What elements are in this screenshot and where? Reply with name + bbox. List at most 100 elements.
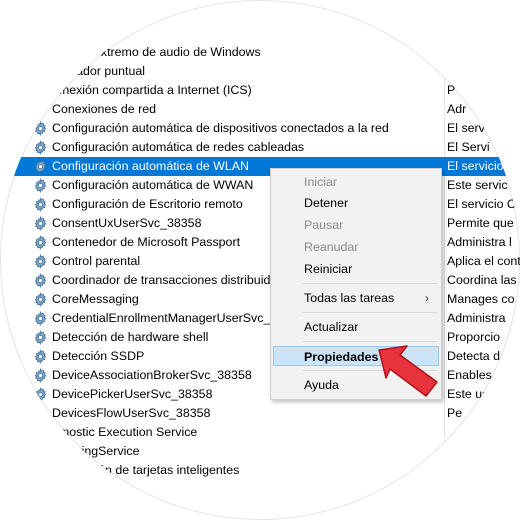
service-row[interactable]: Control parental Aplica el cont <box>0 252 520 271</box>
menu-item-label: Pausar <box>304 218 344 232</box>
service-description: Permite que <box>447 216 514 230</box>
menu-item-todas-las-tareas[interactable]: Todas las tareas › <box>273 288 439 308</box>
service-description: El Servi <box>447 140 490 154</box>
service-row[interactable]: CoreMessaging Manages co <box>0 290 520 309</box>
service-description: El serv <box>447 121 485 135</box>
gear-icon <box>33 253 48 270</box>
red-arrow-pointer-icon <box>378 345 438 397</box>
service-name: ...xtracción de tarjetas inteligentes <box>52 463 240 477</box>
service-name: CoreMessaging <box>52 292 139 306</box>
service-description: Aplica el cont <box>447 254 520 268</box>
service-row[interactable]: DevicesFlowUserSvc_38358 Pe <box>0 404 520 423</box>
gear-icon <box>33 386 48 403</box>
service-name: ...nostic Execution Service <box>52 425 198 439</box>
gear-icon <box>33 158 48 175</box>
service-row[interactable]: ...or de extremo de audio de Windows <box>0 43 520 62</box>
service-row[interactable]: Configuración de Escritorio remoto El ser… <box>0 195 520 214</box>
menu-item-label: Reiniciar <box>304 262 353 276</box>
submenu-chevron-icon: › <box>425 291 429 305</box>
service-name: DevicePickerUserSvc_38358 <box>52 387 213 401</box>
menu-item-iniciar[interactable]: Iniciar <box>273 172 439 192</box>
service-name: Configuración de Escritorio remoto <box>52 197 243 211</box>
service-row-selected[interactable]: Configuración automática de WLAN El servi… <box>0 157 520 176</box>
service-description: Proporcio <box>447 330 501 344</box>
service-row[interactable]: Configuración automática de WWAN Este ser… <box>0 176 520 195</box>
service-name: ...ockingService <box>52 444 140 458</box>
gear-icon <box>33 367 48 384</box>
service-name: Control parental <box>52 254 141 268</box>
services-list: ...ntrol ...or de extremo de audio de Wi… <box>0 24 520 480</box>
gear-icon <box>33 177 48 194</box>
gear-icon <box>33 443 48 460</box>
gear-icon <box>33 310 48 327</box>
gear-icon <box>33 215 48 232</box>
gear-icon <box>33 120 48 137</box>
service-description: Pe <box>447 406 463 420</box>
menu-item-reiniciar[interactable]: Reiniciar <box>273 259 439 279</box>
service-row[interactable]: ConsentUxUserSvc_38358 Permite que <box>0 214 520 233</box>
gear-icon <box>33 44 48 61</box>
service-row[interactable]: Coordinador de transacciones distribuida… <box>0 271 520 290</box>
service-name: Configuración automática de WLAN <box>52 159 249 173</box>
service-description: Manages co <box>447 292 515 306</box>
service-row[interactable]: ...xtracción de tarjetas inteligentes <box>0 461 520 480</box>
service-name: DevicesFlowUserSvc_38358 <box>52 406 211 420</box>
service-description: El servicio <box>447 159 504 173</box>
service-name: Contenedor de Microsoft Passport <box>52 235 241 249</box>
service-name: Coordinador de transacciones distribuida <box>52 273 278 287</box>
service-description: Coordina las <box>447 273 517 287</box>
gear-icon <box>33 291 48 308</box>
menu-item-label: Ayuda <box>304 378 339 392</box>
service-name: ...ntrol <box>52 26 87 40</box>
service-name: DeviceAssociationBrokerSvc_38358 <box>52 368 252 382</box>
service-row[interactable]: Contenedor de Microsoft Passport Administ… <box>0 233 520 252</box>
service-row[interactable]: ...nostic Execution Service <box>0 423 520 442</box>
service-description: Enables <box>447 368 492 382</box>
service-row[interactable]: ...obador puntual <box>0 62 520 81</box>
menu-item-label: Propiedades <box>304 350 379 364</box>
service-row[interactable]: ...ntrol <box>0 24 520 43</box>
gear-icon <box>33 25 48 42</box>
service-row[interactable]: ...ockingService <box>0 442 520 461</box>
menu-item-label: Detener <box>304 196 349 210</box>
service-name: Conexiones de red <box>52 102 157 116</box>
service-row[interactable]: Conexiones de red Adr <box>0 100 520 119</box>
gear-icon <box>33 63 48 80</box>
service-name: ...nexión compartida a Internet (ICS) <box>52 83 252 97</box>
gear-icon <box>33 462 48 479</box>
service-description: Detecta d <box>447 349 501 363</box>
gear-icon <box>33 329 48 346</box>
gear-icon <box>33 424 48 441</box>
service-row[interactable]: Configuración automática de dispositivos… <box>0 119 520 138</box>
services-window: ...ntrol ...or de extremo de audio de Wi… <box>0 0 520 520</box>
service-name: ConsentUxUserSvc_38358 <box>52 216 202 230</box>
gear-icon <box>33 139 48 156</box>
service-row[interactable]: CredentialEnrollmentManagerUserSvc_38 Adm… <box>0 309 520 328</box>
service-row[interactable]: Configuración automática de redes cablea… <box>0 138 520 157</box>
service-description: Adr <box>447 102 467 116</box>
service-name: Detección de hardware shell <box>52 330 209 344</box>
service-name: Configuración automática de redes cablea… <box>52 140 305 154</box>
gear-icon <box>33 405 48 422</box>
service-name: Configuración automática de dispositivos… <box>52 121 389 135</box>
service-row[interactable]: ...nexión compartida a Internet (ICS) P <box>0 81 520 100</box>
service-name: Detección SSDP <box>52 349 145 363</box>
service-description: P <box>447 83 456 97</box>
menu-separator <box>302 283 437 284</box>
menu-item-actualizar[interactable]: Actualizar <box>273 317 439 337</box>
gear-icon <box>33 196 48 213</box>
service-description: Administra <box>447 311 506 325</box>
menu-separator <box>302 312 437 313</box>
service-description: Este us <box>447 387 489 401</box>
gear-icon <box>33 234 48 251</box>
menu-item-pausar[interactable]: Pausar <box>273 215 439 235</box>
service-name: CredentialEnrollmentManagerUserSvc_38 <box>52 311 285 325</box>
menu-item-reanudar[interactable]: Reanudar <box>273 237 439 257</box>
service-name: ...obador puntual <box>52 64 146 78</box>
service-description: Este servic <box>447 178 508 192</box>
service-description: Administra l <box>447 235 512 249</box>
menu-item-detener[interactable]: Detener <box>273 193 439 213</box>
gear-icon <box>33 272 48 289</box>
menu-item-label: Reanudar <box>304 240 359 254</box>
service-description: El servicio C <box>447 197 516 211</box>
